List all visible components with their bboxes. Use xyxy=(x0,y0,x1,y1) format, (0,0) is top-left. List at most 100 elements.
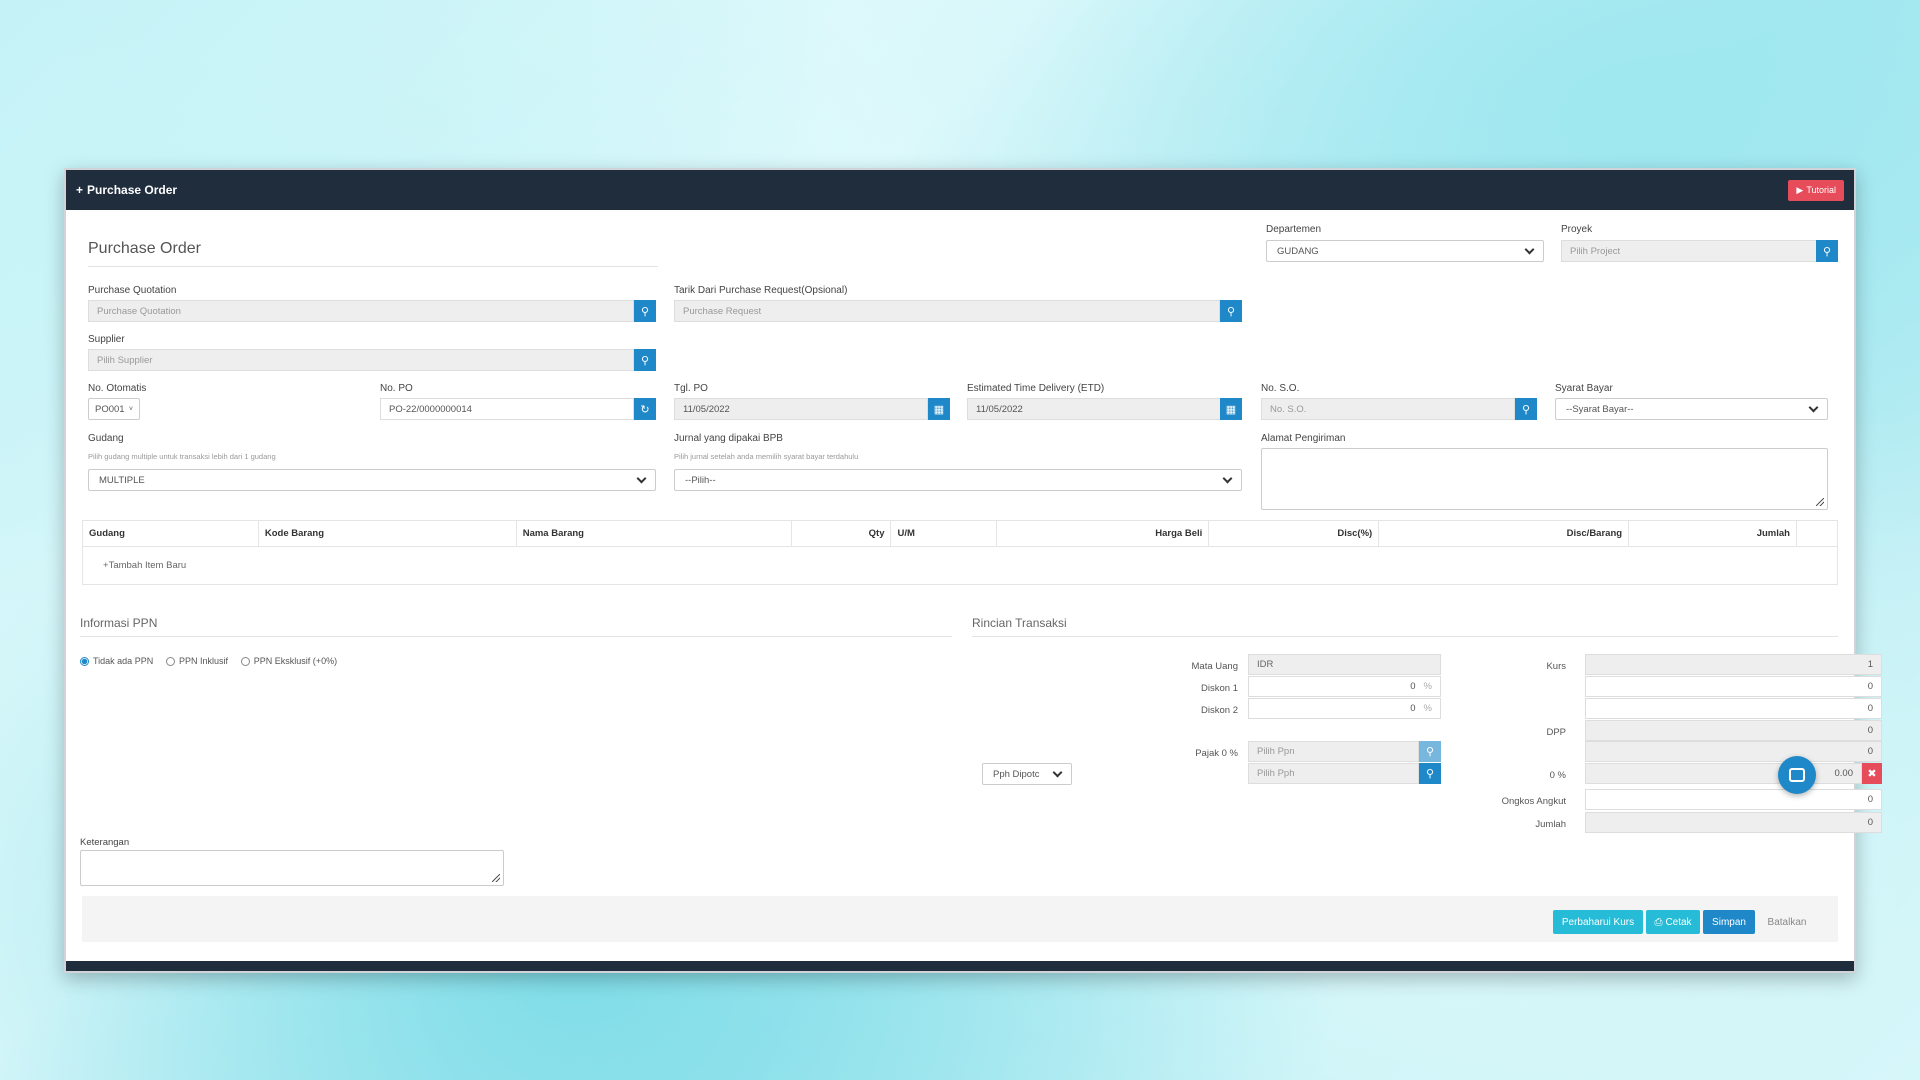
tgl-po-calendar-button[interactable]: ▦ xyxy=(928,398,950,420)
pilih-ppn-input[interactable]: Pilih Ppn xyxy=(1248,741,1419,762)
col-um: U/M xyxy=(890,520,998,547)
search-icon: ⚲ xyxy=(640,305,650,318)
col-nama-barang: Nama Barang xyxy=(515,520,792,547)
no-so-search-button[interactable]: ⚲ xyxy=(1515,398,1537,420)
rincian-section-title: Rincian Transaksi xyxy=(972,616,1067,630)
diskon1-label: Diskon 1 xyxy=(1201,683,1238,694)
keterangan-textarea[interactable] xyxy=(80,850,504,886)
cetak-button[interactable]: ⎙ Cetak xyxy=(1646,910,1700,934)
syarat-bayar-select[interactable]: --Syarat Bayar-- xyxy=(1555,398,1828,420)
diskon1-amount-input[interactable]: 0 xyxy=(1585,676,1882,697)
purchase-quotation-input[interactable]: Purchase Quotation xyxy=(88,300,634,322)
alamat-label: Alamat Pengiriman xyxy=(1261,433,1346,444)
jurnal-select[interactable]: --Pilih-- xyxy=(674,469,1242,491)
jumlah-input: 0 xyxy=(1585,812,1882,833)
proyek-search-button[interactable]: ⚲ xyxy=(1816,240,1838,262)
syarat-bayar-value: --Syarat Bayar-- xyxy=(1566,403,1634,415)
alamat-textarea[interactable] xyxy=(1261,448,1828,510)
etd-input[interactable]: 11/05/2022 xyxy=(967,398,1221,420)
purchase-request-input[interactable]: Purchase Request xyxy=(674,300,1220,322)
chevron-down-icon xyxy=(1052,767,1063,777)
pilih-pph-search-button[interactable]: ⚲ xyxy=(1419,763,1441,784)
tgl-po-input[interactable]: 11/05/2022 xyxy=(674,398,928,420)
video-icon: ▶ xyxy=(1796,184,1804,195)
no-so-label: No. S.O. xyxy=(1261,383,1300,394)
gudang-value: MULTIPLE xyxy=(99,474,145,486)
col-disc-pct: Disc(%) xyxy=(1208,520,1380,547)
resize-handle-icon[interactable] xyxy=(1816,498,1824,506)
tutorial-label: Tutorial xyxy=(1806,185,1836,195)
departemen-value: GUDANG xyxy=(1277,245,1319,257)
trash-icon: ✖ xyxy=(1867,768,1877,780)
no-otomatis-select[interactable]: PO001 ˅ xyxy=(88,398,140,420)
window-bottom-bar xyxy=(66,961,1854,971)
chat-icon xyxy=(1789,768,1805,782)
chevron-down-icon xyxy=(636,473,647,483)
gudang-label: Gudang xyxy=(88,433,124,444)
refresh-po-button[interactable]: ↻ xyxy=(634,398,656,420)
table-header-row: Gudang Kode Barang Nama Barang Qty U/M H… xyxy=(82,520,1839,547)
departemen-select[interactable]: GUDANG xyxy=(1266,240,1544,262)
radio-dot[interactable] xyxy=(80,656,89,666)
mata-uang-label: Mata Uang xyxy=(1191,661,1238,672)
jurnal-label: Jurnal yang dipakai BPB xyxy=(674,433,783,444)
purchase-request-search-button[interactable]: ⚲ xyxy=(1220,300,1242,322)
chevron-down-icon xyxy=(1524,244,1535,254)
supplier-input[interactable]: Pilih Supplier xyxy=(88,349,634,371)
col-qty: Qty xyxy=(790,520,892,547)
diskon2-value: 0 xyxy=(1410,703,1416,714)
add-item-link[interactable]: +Tambah Item Baru xyxy=(103,560,186,571)
purchase-quotation-label: Purchase Quotation xyxy=(88,285,177,296)
window-title: Purchase Order xyxy=(87,183,178,197)
no-so-input[interactable]: No. S.O. xyxy=(1261,398,1515,420)
calendar-icon: ▦ xyxy=(933,403,945,416)
jumlah-label: Jumlah xyxy=(1535,819,1566,830)
radio-label: PPN Inklusif xyxy=(178,656,229,666)
diskon2-input[interactable]: 0% xyxy=(1248,698,1441,719)
simpan-button[interactable]: Simpan xyxy=(1703,910,1755,934)
ongkos-input[interactable]: 0 xyxy=(1585,789,1882,810)
perbaharui-kurs-button[interactable]: Perbaharui Kurs xyxy=(1553,910,1643,934)
add-item-cell: +Tambah Item Baru xyxy=(82,546,1838,585)
dpp-label: DPP xyxy=(1546,727,1566,738)
proyek-label: Proyek xyxy=(1561,224,1593,235)
chat-widget-button[interactable] xyxy=(1778,756,1816,794)
supplier-label: Supplier xyxy=(88,334,125,345)
gudang-select[interactable]: MULTIPLE xyxy=(88,469,656,491)
add-item-row: +Tambah Item Baru xyxy=(82,546,1838,585)
chevron-down-icon xyxy=(1808,402,1819,412)
mata-uang-input[interactable]: IDR xyxy=(1248,654,1441,675)
plus-icon: + xyxy=(76,183,84,197)
col-gudang: Gudang xyxy=(82,520,259,547)
radio-tidak-ada-ppn[interactable]: Tidak ada PPN xyxy=(80,656,153,666)
pph-delete-button[interactable]: ✖ xyxy=(1862,763,1882,784)
pilih-pph-input[interactable]: Pilih Pph xyxy=(1248,763,1419,784)
etd-calendar-button[interactable]: ▦ xyxy=(1220,398,1242,420)
kurs-input[interactable]: 1 xyxy=(1585,654,1882,675)
radio-dot[interactable] xyxy=(165,656,175,666)
diskon1-input[interactable]: 0% xyxy=(1248,676,1441,697)
diskon2-amount-input[interactable]: 0 xyxy=(1585,698,1882,719)
form-heading: Purchase Order xyxy=(88,240,201,257)
batalkan-button[interactable]: Batalkan xyxy=(1758,910,1816,934)
col-kode-barang: Kode Barang xyxy=(257,520,517,547)
supplier-search-button[interactable]: ⚲ xyxy=(634,349,656,371)
jurnal-hint: Pilih jurnal setelah anda memilih syarat… xyxy=(674,452,859,461)
ppn-amount-input: 0 xyxy=(1585,741,1882,762)
radio-ppn-eksklusif[interactable]: PPN Eksklusif (+0%) xyxy=(240,656,337,666)
resize-handle-icon[interactable] xyxy=(492,874,500,882)
tutorial-button[interactable]: ▶ Tutorial xyxy=(1788,179,1844,201)
diskon2-label: Diskon 2 xyxy=(1201,705,1238,716)
purchase-quotation-search-button[interactable]: ⚲ xyxy=(634,300,656,322)
pph-type-select[interactable]: Pph Dipotc xyxy=(982,763,1072,785)
no-po-input[interactable]: PO-22/0000000014 xyxy=(380,398,634,420)
syarat-bayar-label: Syarat Bayar xyxy=(1555,383,1613,394)
proyek-input[interactable]: Pilih Project xyxy=(1561,240,1817,262)
departemen-label: Departemen xyxy=(1266,224,1322,235)
chevron-down-icon: ˅ xyxy=(128,405,133,413)
radio-ppn-inklusif[interactable]: PPN Inklusif xyxy=(165,656,229,666)
pilih-ppn-search-button[interactable]: ⚲ xyxy=(1419,741,1441,762)
items-table: Gudang Kode Barang Nama Barang Qty U/M H… xyxy=(82,520,1839,585)
search-icon: ⚲ xyxy=(1521,403,1531,416)
radio-dot[interactable] xyxy=(240,656,250,666)
